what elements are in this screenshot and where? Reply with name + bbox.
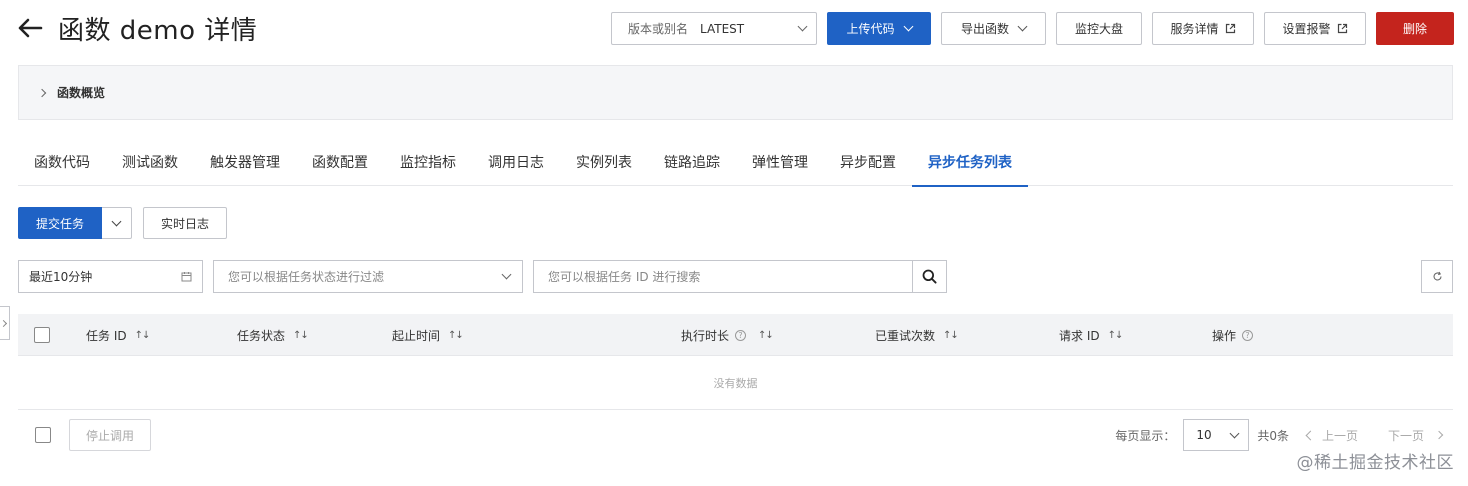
select-all-checkbox[interactable] xyxy=(34,327,50,343)
column-request-id[interactable]: 请求 ID ↑↓ xyxy=(1059,314,1124,356)
delete-button[interactable]: 删除 xyxy=(1376,12,1454,45)
empty-state: 没有数据 xyxy=(18,356,1453,410)
help-icon[interactable]: ? xyxy=(735,329,747,341)
tab-async-config[interactable]: 异步配置 xyxy=(824,140,912,186)
version-select-label: 版本或别名 xyxy=(628,22,689,36)
page-title: 函数 demo 详情 xyxy=(58,15,258,46)
external-link-icon xyxy=(1225,23,1235,34)
service-details-button[interactable]: 服务详情 xyxy=(1152,12,1254,45)
total-count: 共0条 xyxy=(1257,428,1289,443)
upload-code-button[interactable]: 上传代码 xyxy=(827,12,931,45)
sort-icon[interactable]: ↑↓ xyxy=(293,330,309,341)
column-task-status[interactable]: 任务状态 ↑↓ xyxy=(237,314,309,356)
refresh-icon xyxy=(1432,271,1442,281)
monitor-dashboard-button[interactable]: 监控大盘 xyxy=(1056,12,1142,45)
batch-actions: 停止调用 xyxy=(35,419,152,451)
tab-function-config[interactable]: 函数配置 xyxy=(296,140,384,186)
version-select[interactable]: 版本或别名 LATEST xyxy=(611,12,817,45)
sort-icon[interactable]: ↑↓ xyxy=(135,330,151,341)
chevron-right-icon xyxy=(1434,430,1444,440)
refresh-button[interactable] xyxy=(1421,260,1453,293)
external-link-icon xyxy=(1337,23,1347,34)
tab-invoke-logs[interactable]: 调用日志 xyxy=(472,140,560,186)
submit-task-dropdown[interactable] xyxy=(102,207,132,239)
stop-invoke-button[interactable]: 停止调用 xyxy=(69,419,152,451)
sort-icon[interactable]: ↑↓ xyxy=(758,330,774,341)
sort-icon[interactable]: ↑↓ xyxy=(943,330,959,341)
column-label: 任务 ID xyxy=(86,328,127,343)
prev-page-label: 上一页 xyxy=(1321,428,1358,443)
submit-task-group: 提交任务 xyxy=(18,207,132,239)
realtime-log-button[interactable]: 实时日志 xyxy=(143,207,227,239)
calendar-icon xyxy=(181,272,192,282)
time-range-value: 最近10分钟 xyxy=(29,270,93,284)
column-label: 任务状态 xyxy=(237,328,286,343)
tab-instance-list[interactable]: 实例列表 xyxy=(560,140,648,186)
select-all-cell xyxy=(34,314,50,356)
side-panel-toggle[interactable] xyxy=(0,306,10,340)
prev-page-button[interactable]: 上一页 xyxy=(1305,427,1358,444)
column-label: 起止时间 xyxy=(392,328,441,343)
column-retry-count[interactable]: 已重试次数 ↑↓ xyxy=(875,314,959,356)
set-alarm-button[interactable]: 设置报警 xyxy=(1264,12,1366,45)
column-label: 请求 ID xyxy=(1059,328,1100,343)
toolbar: 版本或别名 LATEST 上传代码 导出函数 监控大盘 服务详情 设置报警 删除 xyxy=(611,12,1454,45)
table-header: 任务 ID ↑↓ 任务状态 ↑↓ 起止时间 ↑↓ 执行时长 ? ↑↓ 已重试次数… xyxy=(18,314,1453,356)
task-status-placeholder: 您可以根据任务状态进行过滤 xyxy=(228,270,385,284)
chevron-down-icon xyxy=(1017,21,1028,32)
page-header: 函数 demo 详情 xyxy=(16,8,257,48)
chevron-down-icon xyxy=(111,216,122,226)
search-icon xyxy=(922,269,937,284)
next-page-label: 下一页 xyxy=(1387,428,1424,443)
column-label: 操作 xyxy=(1212,328,1237,343)
tab-bar: 函数代码 测试函数 触发器管理 函数配置 监控指标 调用日志 实例列表 链路追踪… xyxy=(18,140,1453,187)
watermark: @稀土掘金技术社区 xyxy=(1296,453,1454,473)
search-button[interactable] xyxy=(912,261,946,292)
export-function-button[interactable]: 导出函数 xyxy=(941,12,1046,45)
column-start-end-time[interactable]: 起止时间 ↑↓ xyxy=(392,314,464,356)
tab-test-function[interactable]: 测试函数 xyxy=(106,140,194,186)
sort-icon[interactable]: ↑↓ xyxy=(1108,330,1124,341)
pagination: 每页显示： 10 共0条 上一页 下一页 xyxy=(1115,419,1444,451)
task-status-filter[interactable]: 您可以根据任务状态进行过滤 xyxy=(213,260,523,293)
tab-monitor-metrics[interactable]: 监控指标 xyxy=(384,140,472,186)
time-range-picker[interactable]: 最近10分钟 xyxy=(18,260,203,293)
column-label: 执行时长 xyxy=(681,328,730,343)
tab-function-code[interactable]: 函数代码 xyxy=(18,140,106,186)
submit-task-button[interactable]: 提交任务 xyxy=(18,207,102,239)
column-actions: 操作 ? xyxy=(1212,314,1254,356)
column-duration[interactable]: 执行时长 ? ↑↓ xyxy=(681,314,774,356)
tab-async-task-list[interactable]: 异步任务列表 xyxy=(912,140,1028,187)
set-alarm-label: 设置报警 xyxy=(1282,22,1331,36)
overview-label: 函数概览 xyxy=(57,86,106,100)
page-size-value: 10 xyxy=(1196,428,1212,442)
back-arrow-icon[interactable] xyxy=(16,14,44,42)
version-select-value: LATEST xyxy=(700,21,745,36)
select-all-checkbox-footer[interactable] xyxy=(35,427,51,443)
sort-icon[interactable]: ↑↓ xyxy=(448,330,464,341)
upload-code-label: 上传代码 xyxy=(846,22,895,36)
tab-trigger-management[interactable]: 触发器管理 xyxy=(194,140,296,186)
function-overview-collapse[interactable]: 函数概览 xyxy=(18,65,1453,120)
next-page-button[interactable]: 下一页 xyxy=(1387,427,1444,444)
page-size-select[interactable]: 10 xyxy=(1183,419,1250,451)
column-task-id[interactable]: 任务 ID ↑↓ xyxy=(86,314,151,356)
tab-elastic-management[interactable]: 弹性管理 xyxy=(736,140,824,186)
task-id-search xyxy=(533,260,947,293)
chevron-right-icon xyxy=(0,319,7,327)
help-icon[interactable]: ? xyxy=(1242,329,1254,341)
column-label: 已重试次数 xyxy=(875,328,936,343)
chevron-down-icon xyxy=(1229,428,1240,438)
export-function-label: 导出函数 xyxy=(960,22,1009,36)
service-details-label: 服务详情 xyxy=(1170,22,1219,36)
page-size-label: 每页显示： xyxy=(1115,428,1176,443)
tab-tracing[interactable]: 链路追踪 xyxy=(648,140,736,186)
chevron-down-icon xyxy=(903,21,913,32)
chevron-right-icon xyxy=(37,88,47,97)
search-input[interactable] xyxy=(534,261,912,292)
chevron-left-icon xyxy=(1305,430,1316,440)
chevron-down-icon xyxy=(501,269,512,280)
chevron-down-icon xyxy=(797,21,808,32)
